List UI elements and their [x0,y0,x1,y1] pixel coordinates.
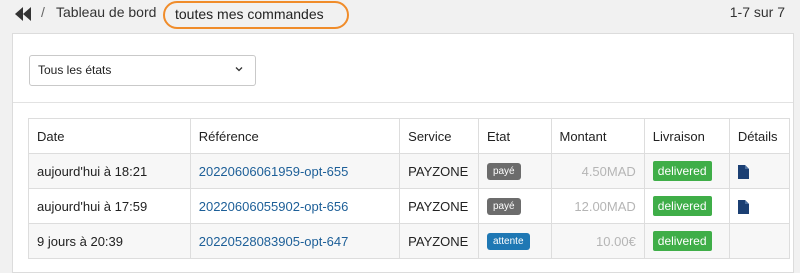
row-etat-cell: attente [477,223,552,259]
status-badge: payé [486,198,521,215]
order-reference-link[interactable]: 20220528083905-opt-647 [199,234,349,249]
row-montant: 10.00€ [550,223,645,259]
col-header-service[interactable]: Service [399,118,479,154]
row-details-cell [728,188,791,224]
row-montant: 12.00MAD [550,188,645,224]
table-row: aujourd'hui à 18:21 20220606061959-opt-6… [28,153,791,189]
row-etat-cell: payé [477,153,552,189]
row-reference-cell: 20220606061959-opt-655 [189,153,401,189]
col-header-montant[interactable]: Montant [550,118,645,154]
table-header-row: Date Référence Service Etat Montant Livr… [28,118,791,154]
col-header-livraison[interactable]: Livraison [643,118,730,154]
row-date: aujourd'hui à 17:59 [28,188,191,224]
row-montant: 4.50MAD [550,153,645,189]
chevron-down-icon [235,67,243,72]
breadcrumb-separator: / [41,4,45,20]
delivery-badge: delivered [652,161,712,181]
pagination-count: 1-7 sur 7 [729,4,785,20]
double-left-arrow-icon[interactable] [14,7,32,21]
delivery-badge: delivered [652,196,712,216]
row-reference-cell: 20220606055902-opt-656 [189,188,401,224]
panel-divider [13,102,793,103]
row-details-cell [728,153,791,189]
orders-table: Date Référence Service Etat Montant Livr… [28,118,791,259]
row-details-cell [728,223,791,259]
row-etat-cell: payé [477,188,552,224]
delivery-badge: delivered [652,231,712,251]
col-header-date[interactable]: Date [28,118,191,154]
document-icon[interactable] [737,199,749,214]
top-bar: / Tableau de bord toutes mes commandes 1… [0,0,800,30]
row-livraison-cell: delivered [643,223,730,259]
row-livraison-cell: delivered [643,153,730,189]
row-service: PAYZONE [399,188,479,224]
row-reference-cell: 20220528083905-opt-647 [189,223,401,259]
col-header-details[interactable]: Détails [728,118,791,154]
document-icon[interactable] [737,164,749,179]
orders-panel: Tous les états Date Référence Service Et… [12,33,794,273]
status-filter-select[interactable]: Tous les états [29,55,256,86]
breadcrumb-dashboard-link[interactable]: Tableau de bord [56,4,156,20]
order-reference-link[interactable]: 20220606061959-opt-655 [199,164,349,179]
row-date: aujourd'hui à 18:21 [28,153,191,189]
order-reference-link[interactable]: 20220606055902-opt-656 [199,199,349,214]
row-service: PAYZONE [399,153,479,189]
col-header-reference[interactable]: Référence [189,118,401,154]
status-filter-value: Tous les états [38,63,112,77]
table-row: 9 jours à 20:39 20220528083905-opt-647 P… [28,223,791,259]
row-service: PAYZONE [399,223,479,259]
table-row: aujourd'hui à 17:59 20220606055902-opt-6… [28,188,791,224]
breadcrumb-current-page: toutes mes commandes [163,1,349,29]
col-header-etat[interactable]: Etat [477,118,552,154]
status-badge: attente [486,233,530,250]
status-badge: payé [486,163,521,180]
row-livraison-cell: delivered [643,188,730,224]
row-date: 9 jours à 20:39 [28,223,191,259]
